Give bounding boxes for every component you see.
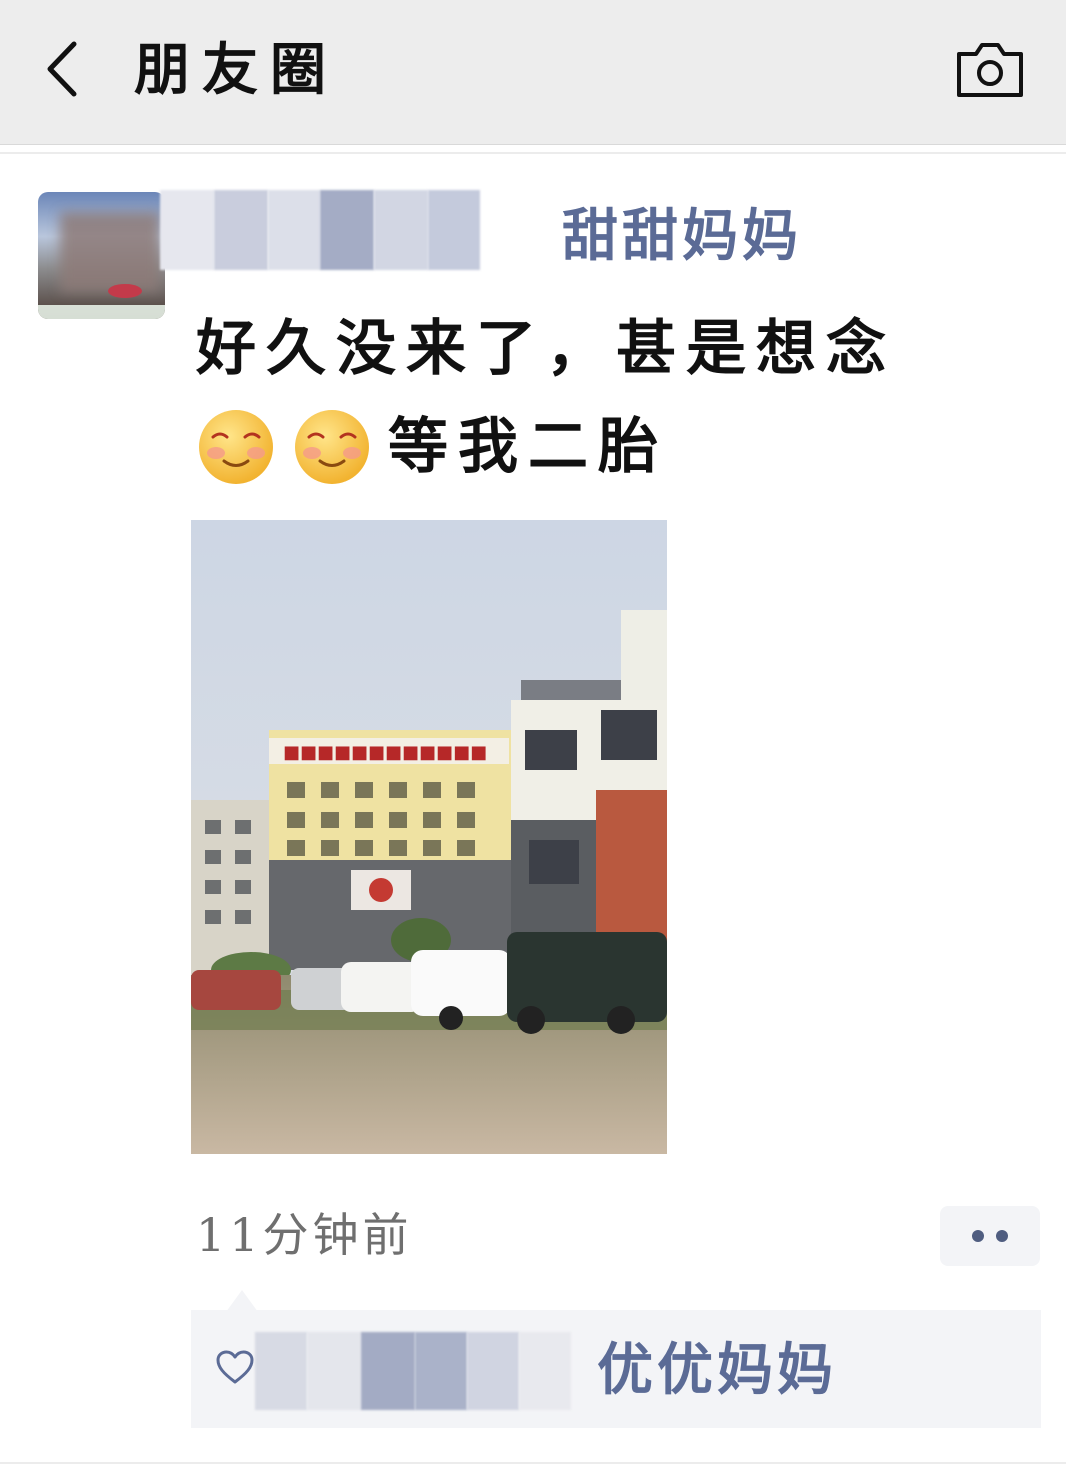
back-button[interactable] [40, 38, 90, 100]
post-photo[interactable]: ■■■■■■■■■■■■ [191, 520, 667, 1154]
post-text: 好久没来了，甚是想念 等我二胎 [196, 300, 976, 496]
post-text-line1: 好久没来了，甚是想念 [196, 314, 896, 384]
likes-box-pointer [226, 1290, 258, 1312]
post-time: 11分钟前 [196, 1208, 413, 1262]
camera-icon [957, 43, 1023, 97]
camera-button[interactable] [954, 40, 1026, 100]
likes-panel: 优优妈妈 [191, 1310, 1041, 1428]
page-title: 朋友圈 [134, 37, 338, 103]
redacted-name-mosaic [160, 190, 480, 270]
redacted-liker-mosaic [255, 1332, 571, 1410]
post-text-line2: 等我二胎 [388, 412, 668, 482]
liker-name[interactable]: 优优妈妈 [597, 1334, 837, 1406]
top-nav-bar: 朋友圈 [0, 0, 1066, 145]
more-actions-button[interactable] [940, 1206, 1040, 1266]
author-nickname[interactable]: 甜甜妈妈 [562, 200, 802, 272]
svg-text:■■■■■■■■■■■■: ■■■■■■■■■■■■ [283, 742, 487, 763]
header-divider [0, 152, 1066, 154]
avatar-caption-strip [38, 305, 165, 319]
more-dots-icon [996, 1230, 1008, 1242]
blushing-smile-emoji-icon [199, 410, 273, 484]
post-divider [0, 1462, 1066, 1464]
building-photo-image: ■■■■■■■■■■■■ [191, 520, 667, 1154]
avatar[interactable] [38, 192, 165, 319]
more-dots-icon [972, 1230, 984, 1242]
blushing-smile-emoji-icon [295, 410, 369, 484]
chevron-left-icon [47, 41, 77, 97]
avatar-blur [60, 212, 160, 292]
avatar-detail [108, 284, 142, 298]
heart-icon [216, 1350, 254, 1384]
post-text-line2-row: 等我二胎 [196, 398, 976, 496]
